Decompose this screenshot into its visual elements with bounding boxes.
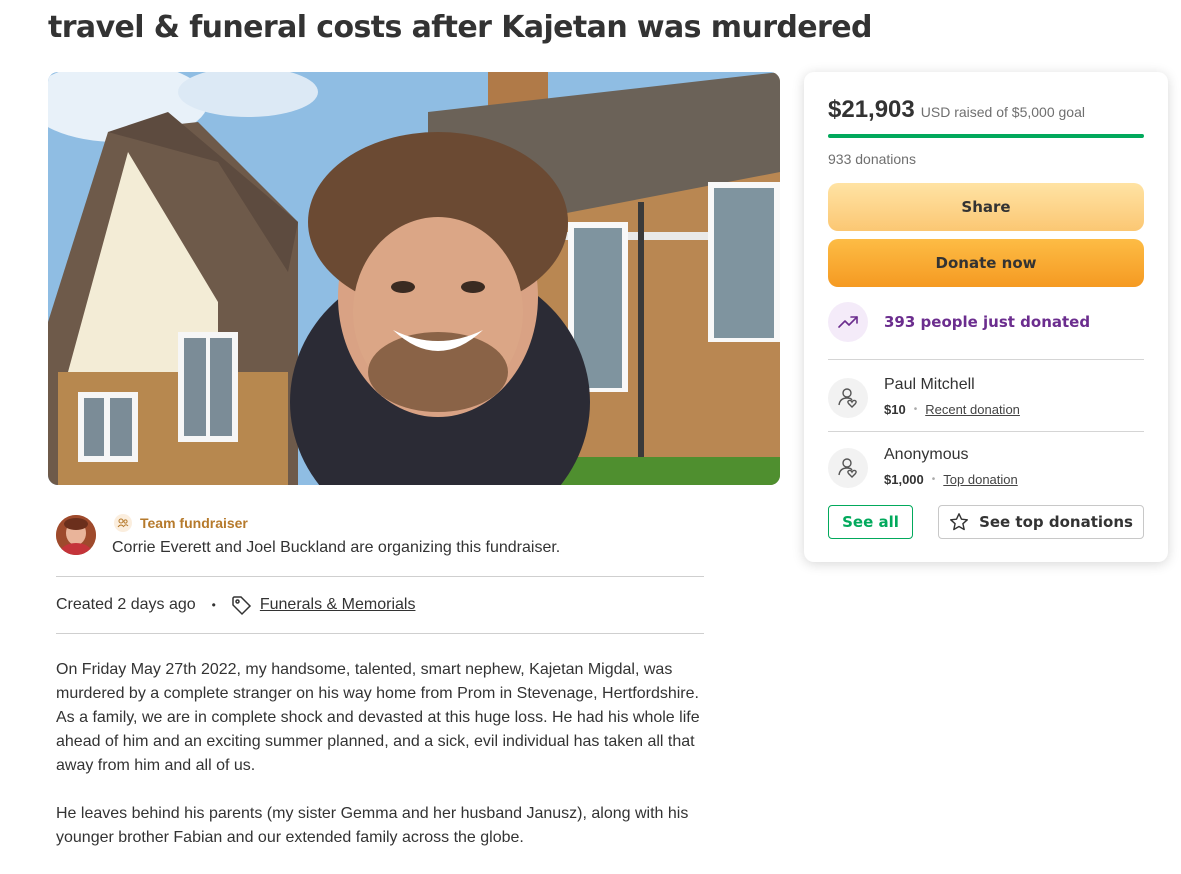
donor-heart-icon: [828, 448, 868, 488]
donations-count: 933 donations: [828, 151, 916, 167]
divider: [56, 576, 704, 577]
organizer-section: Team fundraiser Corrie Everett and Joel …: [56, 511, 706, 561]
see-top-donations-button[interactable]: See top donations: [938, 505, 1144, 539]
goal-text: USD raised of $5,000 goal: [920, 104, 1085, 120]
see-all-button[interactable]: See all: [828, 505, 913, 539]
donor-name: Anonymous: [884, 446, 969, 463]
donor-separator: •: [931, 474, 936, 485]
progress-fill: [828, 134, 1144, 138]
organizer-avatar[interactable]: [56, 515, 96, 555]
team-icon: [114, 514, 132, 532]
share-button[interactable]: Share: [828, 183, 1144, 231]
trending-up-icon: [828, 302, 868, 342]
amount-raised: $21,903: [828, 96, 915, 123]
meta-separator: •: [211, 598, 216, 612]
fundraiser-meta: Created 2 days ago • Funerals & Memorial…: [56, 594, 415, 616]
donor-heart-icon: [828, 378, 868, 418]
category-link[interactable]: Funerals & Memorials: [260, 596, 416, 614]
story-paragraph: He leaves behind his parents (my sister …: [56, 805, 689, 846]
organizer-text: Corrie Everett and Joel Buckland are org…: [112, 539, 561, 556]
created-date: Created 2 days ago: [56, 596, 196, 613]
donation-card: $21,903 USD raised of $5,000 goal 933 do…: [804, 72, 1168, 562]
fundraiser-page: travel & funeral costs after Kajetan was…: [0, 0, 1181, 874]
tag-icon: [232, 596, 251, 616]
progress-bar: [828, 134, 1144, 138]
recent-donors-trend: 393 people just donated: [828, 302, 1090, 342]
donation-item: Anonymous $1,000 • Top donation: [828, 446, 1144, 496]
donate-now-button[interactable]: Donate now: [828, 239, 1144, 287]
donor-name: Paul Mitchell: [884, 376, 975, 393]
donor-separator: •: [913, 404, 918, 415]
story-paragraph: On Friday May 27th 2022, my handsome, ta…: [56, 661, 700, 774]
donation-item: Paul Mitchell $10 • Recent donation: [828, 376, 1144, 426]
donor-meta: $10 • Recent donation: [884, 402, 1020, 417]
team-fundraiser-label: Team fundraiser: [140, 515, 248, 531]
donor-amount: $1,000: [884, 472, 924, 487]
star-icon: [950, 513, 969, 531]
amount-row: $21,903 USD raised of $5,000 goal: [828, 96, 1085, 124]
fundraiser-story: On Friday May 27th 2022, my handsome, ta…: [56, 658, 716, 874]
fundraiser-hero-image: [48, 72, 780, 485]
donor-amount: $10: [884, 402, 906, 417]
trend-text: 393 people just donated: [884, 313, 1091, 331]
see-top-donations-label: See top donations: [979, 513, 1133, 531]
divider: [828, 359, 1144, 360]
donation-type-link[interactable]: Top donation: [943, 472, 1017, 487]
divider: [56, 633, 704, 634]
donor-meta: $1,000 • Top donation: [884, 472, 1018, 487]
page-title: travel & funeral costs after Kajetan was…: [48, 10, 872, 45]
divider: [828, 431, 1144, 432]
donation-type-link[interactable]: Recent donation: [925, 402, 1020, 417]
team-fundraiser-row: Team fundraiser: [114, 514, 248, 532]
